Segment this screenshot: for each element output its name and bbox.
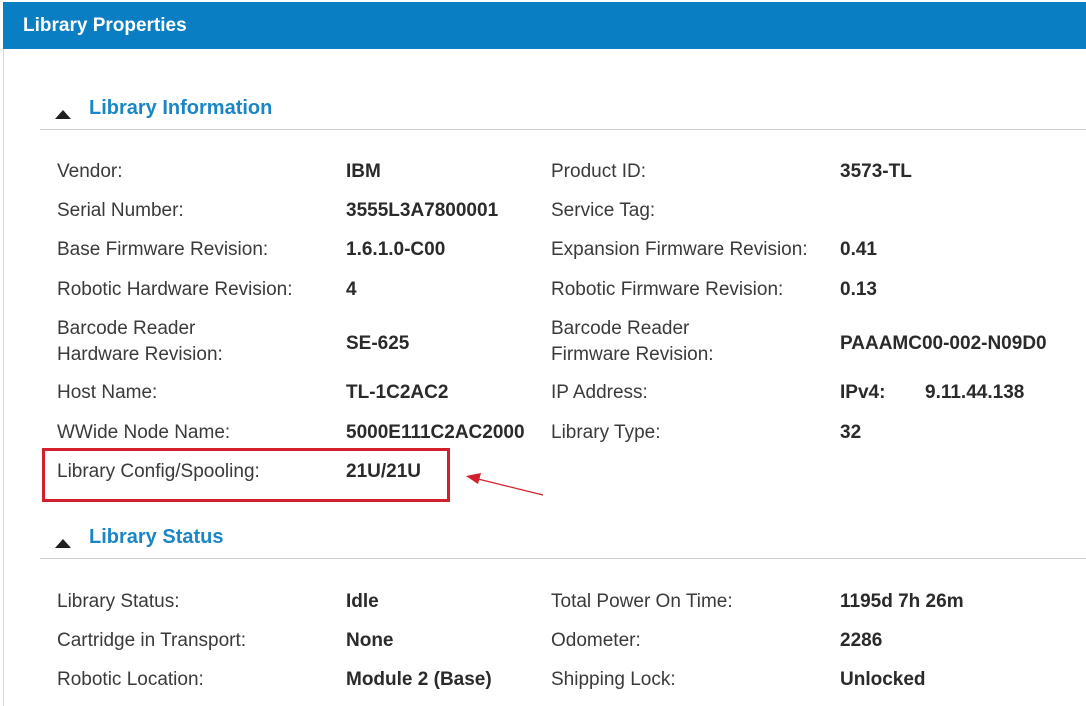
- shipping-lock-label: Shipping Lock:: [551, 669, 676, 690]
- robotic-location-value: Module 2 (Base): [346, 669, 492, 690]
- odometer-value: 2286: [840, 630, 883, 651]
- library-status-label: Library Status:: [57, 591, 180, 612]
- cartridge-in-transport-value: None: [346, 630, 394, 651]
- section-header-library-status[interactable]: Library Status: [40, 519, 1086, 559]
- library-status-value: Idle: [346, 591, 379, 612]
- power-on-time-value: 1195d 7h 26m: [840, 591, 964, 612]
- cartridge-in-transport-label: Cartridge in Transport:: [57, 630, 247, 651]
- robotic-location-label: Robotic Location:: [57, 669, 204, 690]
- power-on-time-label: Total Power On Time:: [551, 591, 733, 612]
- collapse-triangle-icon[interactable]: [55, 539, 71, 548]
- odometer-label: Odometer:: [551, 630, 641, 651]
- section-title[interactable]: Library Status: [89, 526, 223, 549]
- shipping-lock-value: Unlocked: [840, 669, 926, 690]
